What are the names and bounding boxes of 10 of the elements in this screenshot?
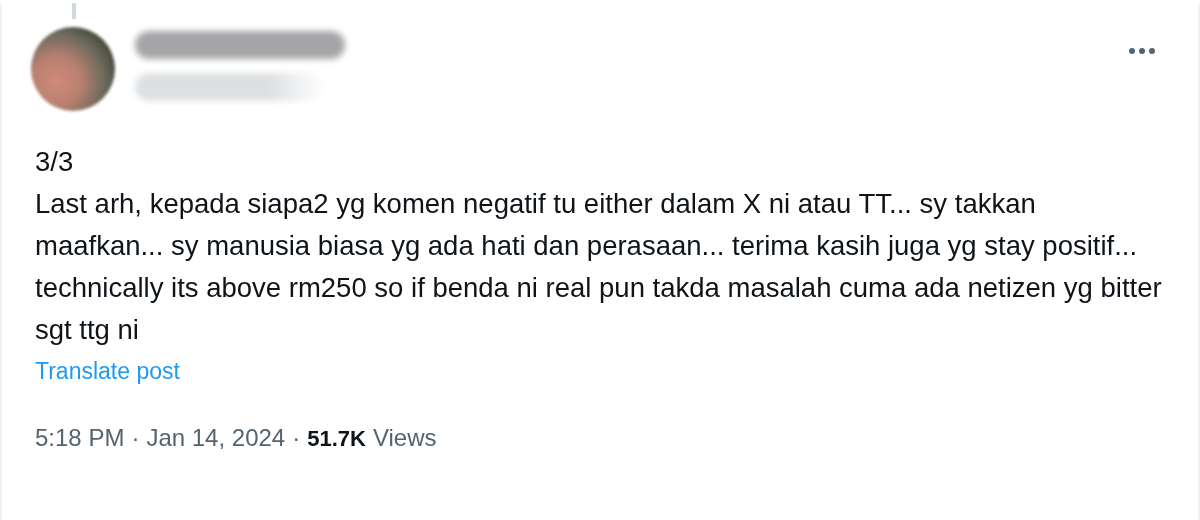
- post-text: Last arh, kepada siapa2 yg komen negatif tu either dalam X ni atau TT... sy takkan maafkan... sy manusia biasa yg ada hati dan perasaan... terima kasih juga yg stay positif... technically its above rm250 so if benda ni real pun takda masalah cuma ada netizen yg bitter sgt ttg ni: [35, 187, 1163, 347]
- post-time: 5:18 PM: [35, 423, 125, 453]
- separator-dot: ·: [131, 423, 140, 453]
- post-text: 3/3: [35, 145, 75, 179]
- separator-dot: ·: [292, 423, 301, 453]
- post-date: Jan 14, 2024: [146, 423, 286, 453]
- more-icon[interactable]: [1128, 47, 1156, 55]
- views-label: Views: [372, 423, 437, 453]
- view-count: 51.7K: [307, 425, 366, 453]
- translate-link[interactable]: Translate post: [35, 355, 180, 387]
